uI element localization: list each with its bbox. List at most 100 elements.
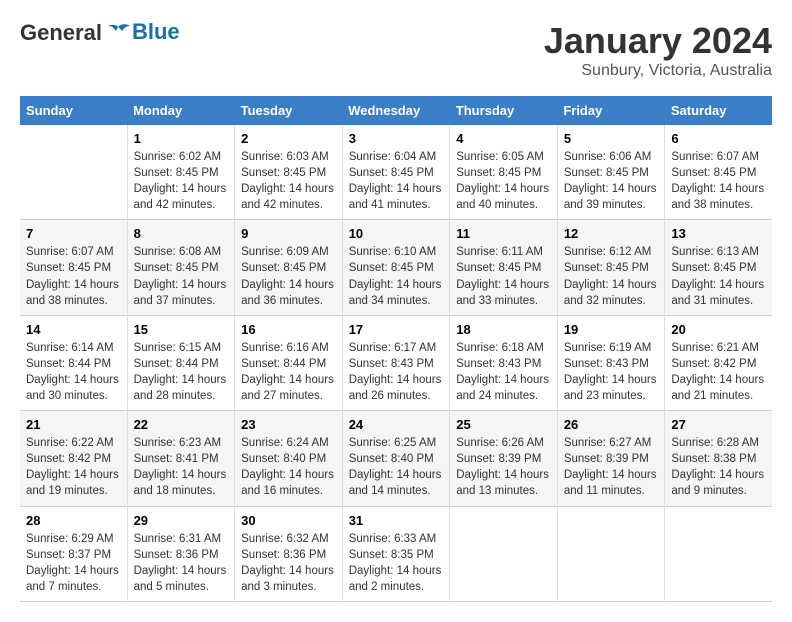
cell-line: and 33 minutes. [456,293,551,309]
calendar-cell: 18Sunrise: 6:18 AMSunset: 8:43 PMDayligh… [450,315,558,410]
cell-line: and 21 minutes. [671,388,766,404]
cell-line: and 5 minutes. [134,579,229,595]
day-header-thursday: Thursday [450,96,558,125]
cell-line: Daylight: 14 hours [349,372,444,388]
calendar-cell: 11Sunrise: 6:11 AMSunset: 8:45 PMDayligh… [450,220,558,315]
cell-line: and 42 minutes. [241,197,336,213]
cell-line: Sunrise: 6:04 AM [349,149,444,165]
cell-line: Sunrise: 6:18 AM [456,340,551,356]
cell-line: and 9 minutes. [671,483,766,499]
calendar-week-5: 28Sunrise: 6:29 AMSunset: 8:37 PMDayligh… [20,506,772,601]
cell-line: Daylight: 14 hours [456,467,551,483]
calendar-cell: 27Sunrise: 6:28 AMSunset: 8:38 PMDayligh… [665,411,772,506]
subtitle: Sunbury, Victoria, Australia [544,62,772,80]
day-number: 27 [671,417,766,432]
cell-line: and 24 minutes. [456,388,551,404]
day-number: 14 [26,322,121,337]
cell-line: Sunrise: 6:13 AM [671,244,766,260]
cell-line: and 40 minutes. [456,197,551,213]
cell-line: Sunset: 8:39 PM [564,451,659,467]
cell-line: and 7 minutes. [26,579,121,595]
cell-line: Sunrise: 6:29 AM [26,531,121,547]
day-number: 28 [26,513,121,528]
calendar-cell [20,125,127,220]
cell-line: Daylight: 14 hours [349,467,444,483]
calendar-cell: 12 Sunrise: 6:12 AMSunset: 8:45 PMDayligh… [557,220,665,315]
cell-line: Sunset: 8:45 PM [241,165,336,181]
calendar-cell: 19Sunrise: 6:19 AMSunset: 8:43 PMDayligh… [557,315,665,410]
cell-line: Sunrise: 6:15 AM [134,340,229,356]
cell-line: Daylight: 14 hours [456,181,551,197]
calendar-cell: 8Sunrise: 6:08 AMSunset: 8:45 PMDaylight… [127,220,235,315]
cell-line: Daylight: 14 hours [349,563,444,579]
cell-line: and 14 minutes. [349,483,444,499]
cell-line: Daylight: 14 hours [456,372,551,388]
cell-line: Sunrise: 6:06 AM [564,149,659,165]
calendar-table: SundayMondayTuesdayWednesdayThursdayFrid… [20,96,772,602]
cell-line: Daylight: 14 hours [564,277,659,293]
cell-line: Sunrise: 6:07 AM [671,149,766,165]
cell-line: Sunrise: 6:12 AM [564,244,659,260]
day-number: 4 [456,131,551,146]
day-number: 3 [349,131,444,146]
cell-line: Sunrise: 6:17 AM [349,340,444,356]
cell-line: Sunset: 8:43 PM [456,356,551,372]
cell-line: and 36 minutes. [241,293,336,309]
cell-line: Sunset: 8:45 PM [456,165,551,181]
cell-line: Sunset: 8:45 PM [564,260,659,276]
day-number: 13 [671,226,766,241]
calendar-cell: 24Sunrise: 6:25 AMSunset: 8:40 PMDayligh… [342,411,450,506]
day-number: 12 [564,226,659,241]
cell-line: Daylight: 14 hours [671,372,766,388]
calendar-cell: 14Sunrise: 6:14 AMSunset: 8:44 PMDayligh… [20,315,127,410]
cell-line: Sunrise: 6:33 AM [349,531,444,547]
cell-line: Sunset: 8:45 PM [134,165,229,181]
day-number: 5 [564,131,659,146]
cell-line: and 2 minutes. [349,579,444,595]
cell-line: and 11 minutes. [564,483,659,499]
logo-blue: Blue [132,19,180,44]
cell-line: and 30 minutes. [26,388,121,404]
calendar-cell [665,506,772,601]
cell-line: and 18 minutes. [134,483,229,499]
cell-line: and 39 minutes. [564,197,659,213]
day-number: 21 [26,417,121,432]
cell-line: and 19 minutes. [26,483,121,499]
day-number: 7 [26,226,121,241]
cell-line: Sunrise: 6:11 AM [456,244,551,260]
day-number: 6 [671,131,766,146]
cell-line: Daylight: 14 hours [671,277,766,293]
logo-general: General [20,20,102,45]
calendar-cell: 7Sunrise: 6:07 AMSunset: 8:45 PMDaylight… [20,220,127,315]
calendar-cell: 23Sunrise: 6:24 AMSunset: 8:40 PMDayligh… [235,411,343,506]
cell-line: Sunrise: 6:26 AM [456,435,551,451]
calendar-cell [450,506,558,601]
cell-line: Daylight: 14 hours [241,563,336,579]
calendar-week-4: 21Sunrise: 6:22 AMSunset: 8:42 PMDayligh… [20,411,772,506]
cell-line: Sunrise: 6:21 AM [671,340,766,356]
cell-line: Daylight: 14 hours [456,277,551,293]
cell-line: Sunset: 8:45 PM [671,165,766,181]
cell-line: Sunset: 8:40 PM [349,451,444,467]
calendar-week-1: 1Sunrise: 6:02 AMSunset: 8:45 PMDaylight… [20,125,772,220]
cell-line: Sunrise: 6:24 AM [241,435,336,451]
day-header-friday: Friday [557,96,665,125]
day-number: 25 [456,417,551,432]
cell-line: Sunset: 8:43 PM [349,356,444,372]
calendar-cell: 10Sunrise: 6:10 AMSunset: 8:45 PMDayligh… [342,220,450,315]
calendar-cell: 1Sunrise: 6:02 AMSunset: 8:45 PMDaylight… [127,125,235,220]
calendar-cell: 21Sunrise: 6:22 AMSunset: 8:42 PMDayligh… [20,411,127,506]
day-number: 8 [134,226,229,241]
day-number: 10 [349,226,444,241]
day-number: 29 [134,513,229,528]
day-number: 22 [134,417,229,432]
day-header-wednesday: Wednesday [342,96,450,125]
calendar-header-row: SundayMondayTuesdayWednesdayThursdayFrid… [20,96,772,125]
calendar-cell: 3Sunrise: 6:04 AMSunset: 8:45 PMDaylight… [342,125,450,220]
cell-line: and 34 minutes. [349,293,444,309]
calendar-cell: 2Sunrise: 6:03 AMSunset: 8:45 PMDaylight… [235,125,343,220]
cell-line: Daylight: 14 hours [671,467,766,483]
cell-line: and 16 minutes. [241,483,336,499]
cell-line: and 13 minutes. [456,483,551,499]
cell-line: Daylight: 14 hours [134,181,229,197]
